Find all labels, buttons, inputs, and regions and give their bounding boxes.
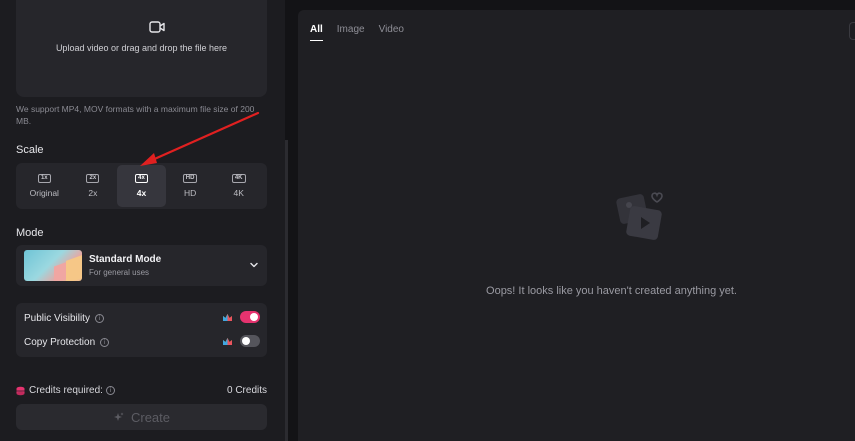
copy-protection-toggle[interactable] <box>240 335 260 347</box>
scale-option-label: 4K <box>233 188 244 198</box>
create-button-label: Create <box>130 409 171 425</box>
crown-icon <box>223 314 232 321</box>
scale-option-2x[interactable]: 2x 2x <box>69 165 118 207</box>
public-visibility-row: Public Visibility i <box>24 311 260 325</box>
scale-2x-icon: 2x <box>86 174 100 183</box>
panel-collapse-handle[interactable] <box>849 22 855 40</box>
credits-value: 0 Credits <box>226 385 267 396</box>
scale-option-hd[interactable]: HD HD <box>166 165 215 207</box>
upload-dropzone[interactable]: Upload video or drag and drop the file h… <box>16 0 267 97</box>
tab-video[interactable]: Video <box>379 24 404 39</box>
scale-4k-icon: 4K <box>231 174 246 183</box>
copy-protection-label: Copy Protection <box>24 336 96 348</box>
video-camera-icon <box>149 21 165 33</box>
tab-image[interactable]: Image <box>337 24 365 39</box>
scale-4x-icon: 4x <box>134 174 148 183</box>
public-visibility-toggle[interactable] <box>240 311 260 323</box>
upload-text: Upload video or drag and drop the file h… <box>55 43 228 53</box>
results-panel: All Image Video Oops! It looks like you … <box>298 10 855 441</box>
info-icon[interactable]: i <box>100 337 110 347</box>
copy-protection-row: Copy Protection i <box>24 335 260 349</box>
info-icon[interactable]: i <box>94 313 104 323</box>
scale-option-4k[interactable]: 4K 4K <box>214 165 263 207</box>
visibility-settings: Public Visibility i Copy Protection i <box>16 303 267 357</box>
mode-name: Standard Mode <box>89 254 162 265</box>
mode-description: For general uses <box>89 268 150 277</box>
filter-tabs: All Image Video <box>310 24 418 41</box>
tab-all[interactable]: All <box>310 24 323 41</box>
create-button[interactable]: Create <box>16 404 267 430</box>
scale-option-label: Original <box>29 188 59 198</box>
left-panel: Upload video or drag and drop the file h… <box>0 0 285 441</box>
mode-thumbnail <box>24 250 82 281</box>
scale-option-label: 2x <box>88 188 98 198</box>
info-icon[interactable]: i <box>106 386 115 395</box>
empty-state-message: Oops! It looks like you haven't created … <box>486 285 737 297</box>
chevron-down-icon <box>250 262 258 268</box>
scale-option-label: 4x <box>136 188 147 198</box>
scale-option-original[interactable]: 1x Original <box>20 165 69 207</box>
mode-dropdown[interactable]: Standard Mode For general uses <box>16 245 267 286</box>
empty-media-icon <box>616 192 663 240</box>
credits-label: Credits required: <box>29 385 103 396</box>
format-support-note: We support MP4, MOV formats with a maxim… <box>16 104 255 126</box>
scale-selector: 1x Original 2x 2x 4x 4x HD HD 4K 4K <box>16 163 267 209</box>
left-panel-scrollbar[interactable] <box>285 140 288 441</box>
sparkle-icon <box>113 412 124 421</box>
scale-1x-icon: 1x <box>37 174 51 183</box>
crown-icon <box>223 338 232 345</box>
scale-title: Scale <box>16 144 44 156</box>
public-visibility-label: Public Visibility <box>24 312 90 324</box>
scale-option-label: HD <box>183 188 197 198</box>
scale-hd-icon: HD <box>182 174 198 183</box>
credits-row: Credits required: i 0 Credits <box>16 385 267 397</box>
coins-icon <box>16 386 25 396</box>
scale-option-4x[interactable]: 4x 4x <box>117 165 166 207</box>
mode-title: Mode <box>16 227 44 239</box>
